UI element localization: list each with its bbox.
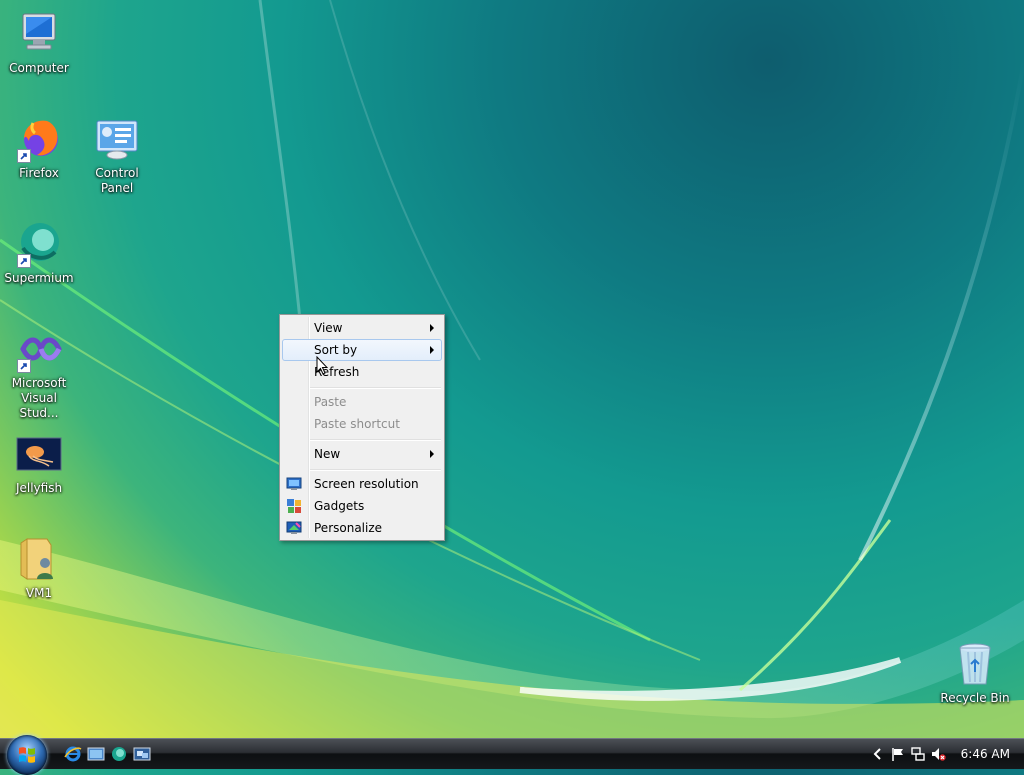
show-desktop-icon[interactable] <box>87 745 105 763</box>
menu-item-personalize[interactable]: Personalize <box>282 517 442 539</box>
gadgets-icon <box>286 498 302 514</box>
monitor-icon <box>286 476 302 492</box>
computer-icon <box>15 10 63 58</box>
start-button[interactable] <box>7 735 47 775</box>
menu-item-label: Personalize <box>314 521 383 535</box>
personalize-icon <box>286 520 302 536</box>
supermium-icon[interactable] <box>110 745 128 763</box>
menu-item-label: Gadgets <box>314 499 365 513</box>
desktop-icon-firefox[interactable]: Firefox <box>0 115 78 181</box>
desktop-icon-control-panel[interactable]: Control Panel <box>78 115 156 196</box>
shortcut-arrow-icon <box>17 359 31 373</box>
action-center-flag-icon[interactable] <box>890 746 906 762</box>
desktop-icon-jellyfish[interactable]: Jellyfish <box>0 430 78 496</box>
recycle-bin-icon <box>951 640 999 688</box>
desktop-icon-label: Control Panel <box>95 166 139 195</box>
desktop-icon-label: Recycle Bin <box>940 691 1010 705</box>
notification-area: 6:46 AM <box>864 739 1024 769</box>
submenu-arrow-icon <box>430 450 434 458</box>
desktop-icon-label: VM1 <box>25 586 53 600</box>
desktop-icon-recycle-bin[interactable]: Recycle Bin <box>936 640 1014 706</box>
shortcut-arrow-icon <box>17 149 31 163</box>
show-hidden-icons-chevron[interactable] <box>870 746 886 762</box>
menu-separator <box>310 387 441 389</box>
menu-item-label: View <box>314 321 343 335</box>
firefox-icon <box>15 115 63 163</box>
desktop-icon-visual-studio[interactable]: Microsoft Visual Stud... <box>0 325 78 421</box>
desktop-icon-label: Computer <box>9 61 69 75</box>
desktop-icon-label: Jellyfish <box>15 481 63 495</box>
submenu-arrow-icon <box>430 324 434 332</box>
menu-separator <box>310 439 441 441</box>
desktop-icon-supermium[interactable]: Supermium <box>0 220 78 286</box>
menu-item-refresh[interactable]: Refresh <box>282 361 442 383</box>
menu-item-paste-shortcut[interactable]: Paste shortcut <box>282 413 442 435</box>
internet-explorer-icon[interactable] <box>64 745 82 763</box>
menu-item-label: Paste <box>314 395 347 409</box>
windows-logo-icon <box>19 747 35 763</box>
desktop-context-menu: View Sort by Refresh Paste Paste shortcu… <box>279 314 445 541</box>
menu-item-view[interactable]: View <box>282 317 442 339</box>
taskbar-clock[interactable]: 6:46 AM <box>961 739 1010 769</box>
menu-item-label: Paste shortcut <box>314 417 400 431</box>
desktop-icon-computer[interactable]: Computer <box>0 10 78 76</box>
jellyfish-image-icon <box>15 430 63 478</box>
desktop-icon-vm1[interactable]: VM1 <box>0 535 78 601</box>
desktop-icon-label: Supermium <box>4 271 74 285</box>
supermium-icon <box>15 220 63 268</box>
submenu-arrow-icon <box>430 346 434 354</box>
network-icon[interactable] <box>910 746 926 762</box>
menu-item-label: New <box>314 447 341 461</box>
mouse-cursor-icon <box>316 355 329 379</box>
user-folder-icon <box>15 535 63 583</box>
visual-studio-icon <box>15 325 63 373</box>
switch-windows-icon[interactable] <box>133 745 151 763</box>
menu-item-new[interactable]: New <box>282 443 442 465</box>
taskbar: 6:46 AM <box>0 735 1024 775</box>
menu-separator <box>310 469 441 471</box>
menu-item-screen-resolution[interactable]: Screen resolution <box>282 473 442 495</box>
desktop-icon-label: Microsoft Visual Stud... <box>11 376 67 420</box>
shortcut-arrow-icon <box>17 254 31 268</box>
menu-item-paste[interactable]: Paste <box>282 391 442 413</box>
desktop-icon-label: Firefox <box>19 166 59 180</box>
menu-item-gadgets[interactable]: Gadgets <box>282 495 442 517</box>
menu-item-sort-by[interactable]: Sort by <box>282 339 442 361</box>
control-panel-icon <box>93 115 141 163</box>
menu-item-label: Screen resolution <box>314 477 419 491</box>
volume-muted-icon[interactable] <box>930 746 946 762</box>
